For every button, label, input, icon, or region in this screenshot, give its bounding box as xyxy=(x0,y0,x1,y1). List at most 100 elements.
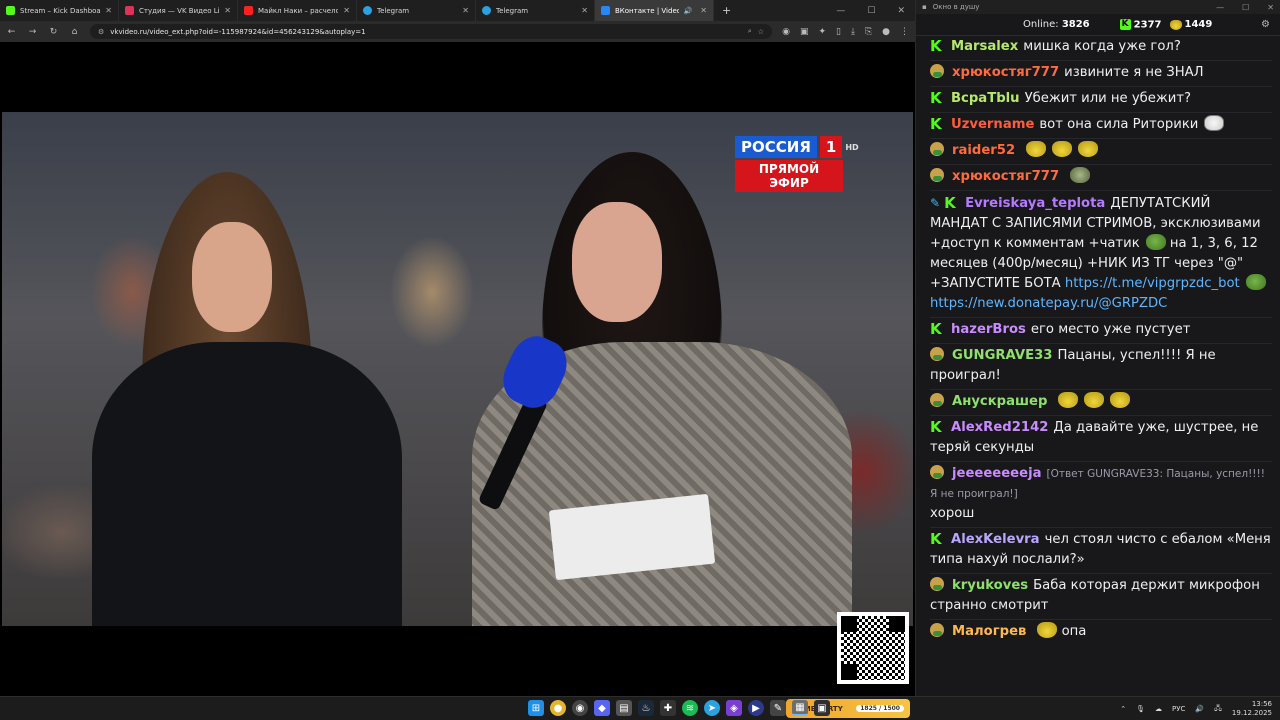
language-indicator[interactable]: РУС xyxy=(1172,705,1185,713)
download-icon[interactable]: ⤓ xyxy=(851,27,855,37)
chat-app-icon[interactable]: ▦ xyxy=(792,700,808,716)
pot-emote-icon xyxy=(1037,622,1058,638)
reload-icon[interactable]: ↻ xyxy=(48,27,59,37)
kick-badge-icon: K xyxy=(944,194,956,212)
extension-icon[interactable]: ▣ xyxy=(800,27,809,37)
tab-vk-video-ext[interactable]: ВКонтакте | Video Ext 🔊 ✕ xyxy=(595,0,714,21)
cloud-icon[interactable]: ☁ xyxy=(1155,705,1162,713)
close-icon[interactable]: ✕ xyxy=(462,6,469,15)
zoom-icon[interactable]: ⌕ xyxy=(748,27,752,36)
speaker-icon[interactable]: 🔊 xyxy=(684,7,693,15)
volume-icon[interactable]: 🔊 xyxy=(1195,705,1204,713)
chat-username[interactable]: jeeeeeeeeja xyxy=(952,466,1042,481)
obs-icon[interactable]: ◉ xyxy=(572,700,588,716)
video-player[interactable]: РОССИЯ 1 HD ПРЯМОЙ ЭФИР xyxy=(2,112,913,626)
chat-username[interactable]: raider52 xyxy=(952,143,1015,158)
screenshot-icon[interactable]: ⎘ xyxy=(865,27,872,37)
kick-icon: K xyxy=(1119,18,1131,30)
kick-badge-icon: K xyxy=(930,418,942,436)
tab-youtube[interactable]: Майкл Наки – расчеловечени ✕ xyxy=(238,0,357,21)
tab-kick-dashboard[interactable]: Stream – Kick Dashboard ✕ xyxy=(0,0,119,21)
telegram-icon[interactable]: ➤ xyxy=(704,700,720,716)
chat-username[interactable]: Малогрев xyxy=(952,624,1026,639)
close-icon[interactable]: ✕ xyxy=(1267,3,1274,12)
tab-telegram-1[interactable]: Telegram ✕ xyxy=(357,0,476,21)
chat-username[interactable]: hazerBros xyxy=(951,322,1026,337)
kick-badge-icon: K xyxy=(930,320,942,338)
close-icon[interactable]: ✕ xyxy=(343,6,350,15)
chat-username[interactable]: Evreiskaya_teplota xyxy=(965,196,1105,211)
site-info-icon[interactable]: ⚙ xyxy=(98,28,104,36)
pot-emote-icon xyxy=(1110,392,1131,408)
kick-badge-icon: K xyxy=(930,530,942,548)
chat-window: ▪ Окно в душу — ☐ ✕ Online: 3826 K 2377 1… xyxy=(915,0,1280,696)
divider xyxy=(930,317,1272,318)
discord-icon[interactable]: ◆ xyxy=(594,700,610,716)
sidebar-icon[interactable]: ▯ xyxy=(836,27,841,37)
network-icon[interactable]: 🖧 xyxy=(1214,704,1222,715)
telegram-icon xyxy=(363,6,372,15)
chat-username[interactable]: Анускрашер xyxy=(952,394,1047,409)
chat-username[interactable]: хрюкостяг777 xyxy=(952,65,1059,80)
chat-link[interactable]: https://new.donatepay.ru/@GRPZDC xyxy=(930,296,1167,311)
chat-username[interactable]: BcpaTblu xyxy=(951,91,1020,106)
close-icon[interactable]: ✕ xyxy=(224,6,231,15)
home-icon[interactable]: ⌂ xyxy=(69,27,80,37)
chat-username[interactable]: Uzvername xyxy=(951,117,1034,132)
minimize-icon[interactable]: — xyxy=(836,6,845,16)
chat-window-title: Окно в душу xyxy=(932,3,980,11)
divider xyxy=(930,415,1272,416)
clock[interactable]: 13:56 19.12.2025 xyxy=(1232,700,1272,718)
settings-icon[interactable]: ⚙ xyxy=(1261,19,1270,30)
puzzle-icon[interactable]: ✦ xyxy=(818,27,826,37)
divider xyxy=(930,389,1272,390)
maximize-icon[interactable]: ☐ xyxy=(1242,3,1249,12)
app-icon[interactable]: ◈ xyxy=(726,700,742,716)
profile-icon[interactable]: ● xyxy=(882,27,890,37)
windows-start-icon[interactable]: ⊞ xyxy=(528,700,544,716)
chat-username[interactable]: kryukoves xyxy=(952,578,1028,593)
vk-badge-icon xyxy=(930,623,944,637)
pot-emote-icon xyxy=(1078,141,1099,157)
close-icon[interactable]: ✕ xyxy=(581,6,588,15)
divider xyxy=(930,343,1272,344)
tab-vk-studio[interactable]: Студия — VK Видео Live ✕ xyxy=(119,0,238,21)
spotify-icon[interactable]: ≋ xyxy=(682,700,698,716)
address-bar[interactable]: ⚙ vkvideo.ru/video_ext.php?oid=-11598792… xyxy=(90,24,773,39)
tab-telegram-2[interactable]: Telegram ✕ xyxy=(476,0,595,21)
bookmark-star-icon[interactable]: ☆ xyxy=(758,28,764,36)
chat-username[interactable]: GUNGRAVE33 xyxy=(952,348,1052,363)
media-player-icon[interactable]: ▶ xyxy=(748,700,764,716)
chat-username[interactable]: Marsalex xyxy=(951,39,1018,54)
url-text[interactable]: vkvideo.ru/video_ext.php?oid=-115987924&… xyxy=(110,28,742,36)
steam-icon[interactable]: ♨ xyxy=(638,700,654,716)
pot-emote-icon xyxy=(1052,141,1073,157)
close-window-icon[interactable]: ✕ xyxy=(897,6,905,16)
chat-username[interactable]: AlexRed2142 xyxy=(951,420,1048,435)
back-icon[interactable]: ← xyxy=(6,27,17,37)
person-right-face xyxy=(572,202,662,322)
maximize-icon[interactable]: ☐ xyxy=(867,6,875,16)
close-icon[interactable]: ✕ xyxy=(700,6,707,15)
new-tab-button[interactable]: + xyxy=(722,4,731,17)
terminal-icon[interactable]: ▣ xyxy=(814,700,830,716)
vk-video-icon xyxy=(125,6,134,15)
chat-username[interactable]: AlexKelevra xyxy=(951,532,1040,547)
chat-link[interactable]: https://t.me/vipgrpzdc_bot xyxy=(1065,276,1240,291)
forward-icon[interactable]: → xyxy=(27,27,38,37)
chrome-icon[interactable]: ● xyxy=(550,700,566,716)
pen-icon[interactable]: ✎ xyxy=(770,700,786,716)
chevron-up-icon[interactable]: ⌃ xyxy=(1120,705,1126,713)
chat-message: хрюкостяг777 извините я не ЗНАЛ xyxy=(930,63,1272,83)
divider xyxy=(930,138,1272,139)
person-left-body xyxy=(92,342,402,626)
chat-username[interactable]: хрюкостяг777 xyxy=(952,169,1059,184)
kick-badge-icon: K xyxy=(930,89,942,107)
game-icon[interactable]: ✚ xyxy=(660,700,676,716)
explorer-icon[interactable]: ▤ xyxy=(616,700,632,716)
extension-icon[interactable]: ◉ xyxy=(782,27,790,37)
minimize-icon[interactable]: — xyxy=(1216,3,1224,12)
microphone-icon[interactable]: 🎙 xyxy=(1136,705,1145,713)
close-icon[interactable]: ✕ xyxy=(105,6,112,15)
menu-icon[interactable]: ⋮ xyxy=(900,27,909,37)
